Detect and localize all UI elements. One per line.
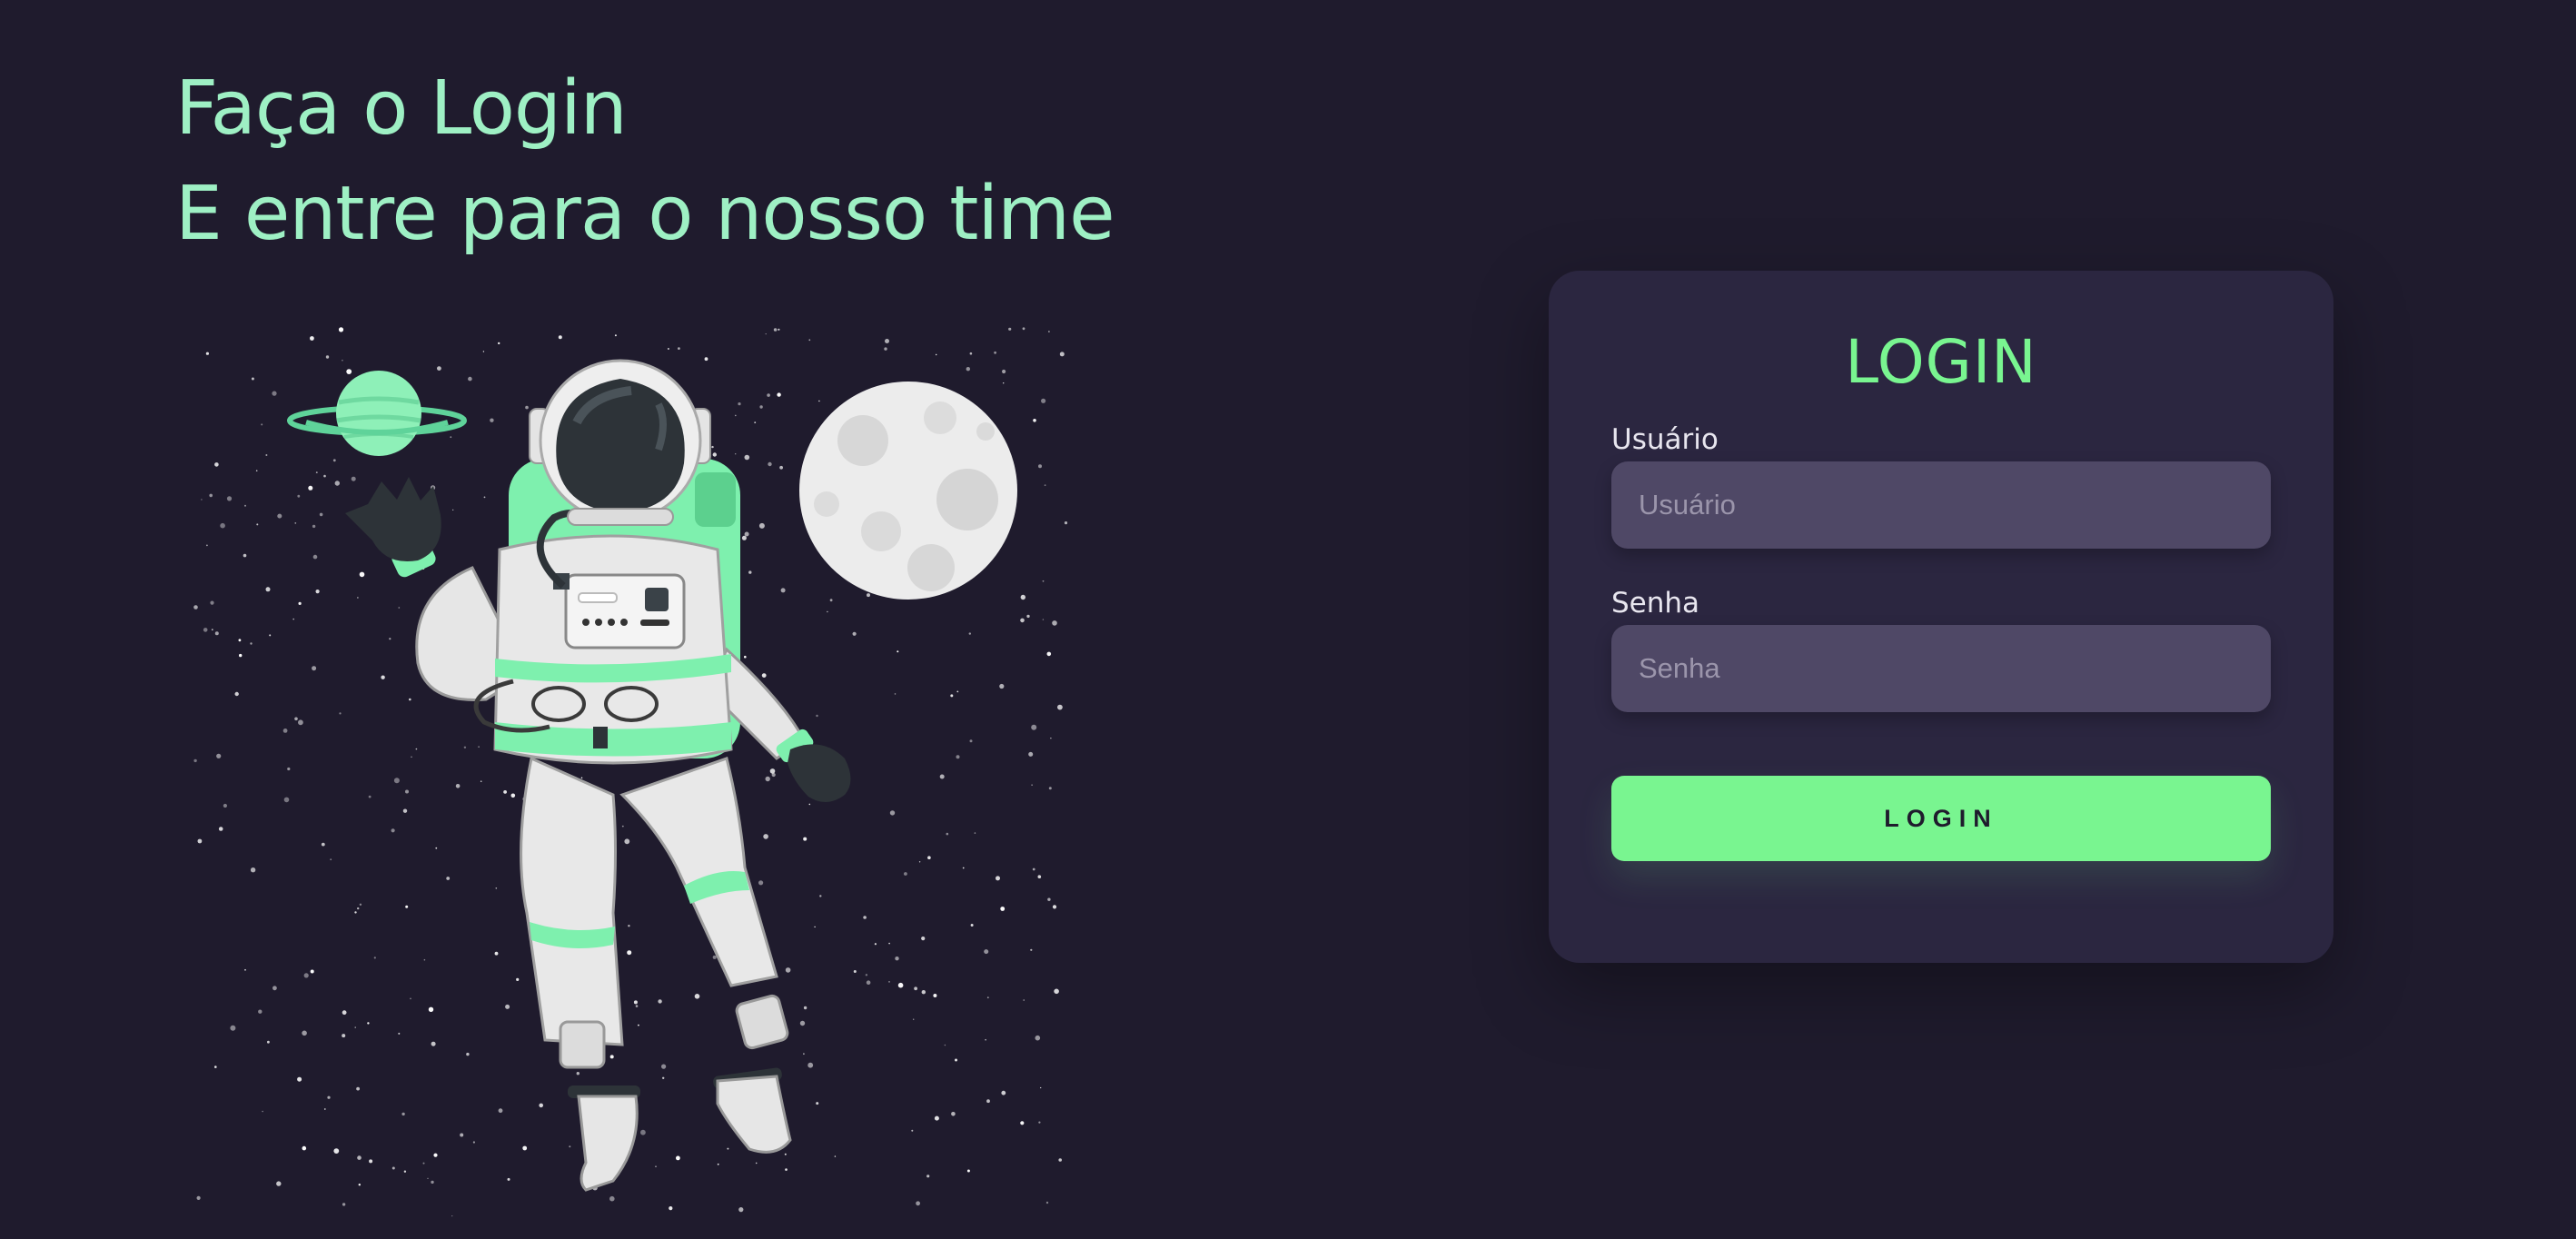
login-page: Faça o Login E entre para o nosso time L…	[0, 0, 2576, 1239]
password-input[interactable]	[1611, 625, 2271, 712]
moon-icon	[799, 382, 1017, 600]
login-button[interactable]: LOGIN	[1611, 776, 2271, 861]
planet-icon	[287, 371, 467, 456]
password-label: Senha	[1611, 587, 1700, 620]
login-card-title: LOGIN	[1845, 327, 2037, 397]
headline-line-1: Faça o Login	[175, 65, 628, 152]
headline-line-2: E entre para o nosso time	[175, 171, 1115, 257]
login-card: LOGIN Usuário Senha LOGIN	[1549, 271, 2333, 963]
username-input[interactable]	[1611, 461, 2271, 549]
astronaut-illustration	[193, 327, 1068, 1217]
username-label: Usuário	[1611, 423, 1719, 456]
headline: Faça o Login E entre para o nosso time	[175, 56, 1115, 267]
